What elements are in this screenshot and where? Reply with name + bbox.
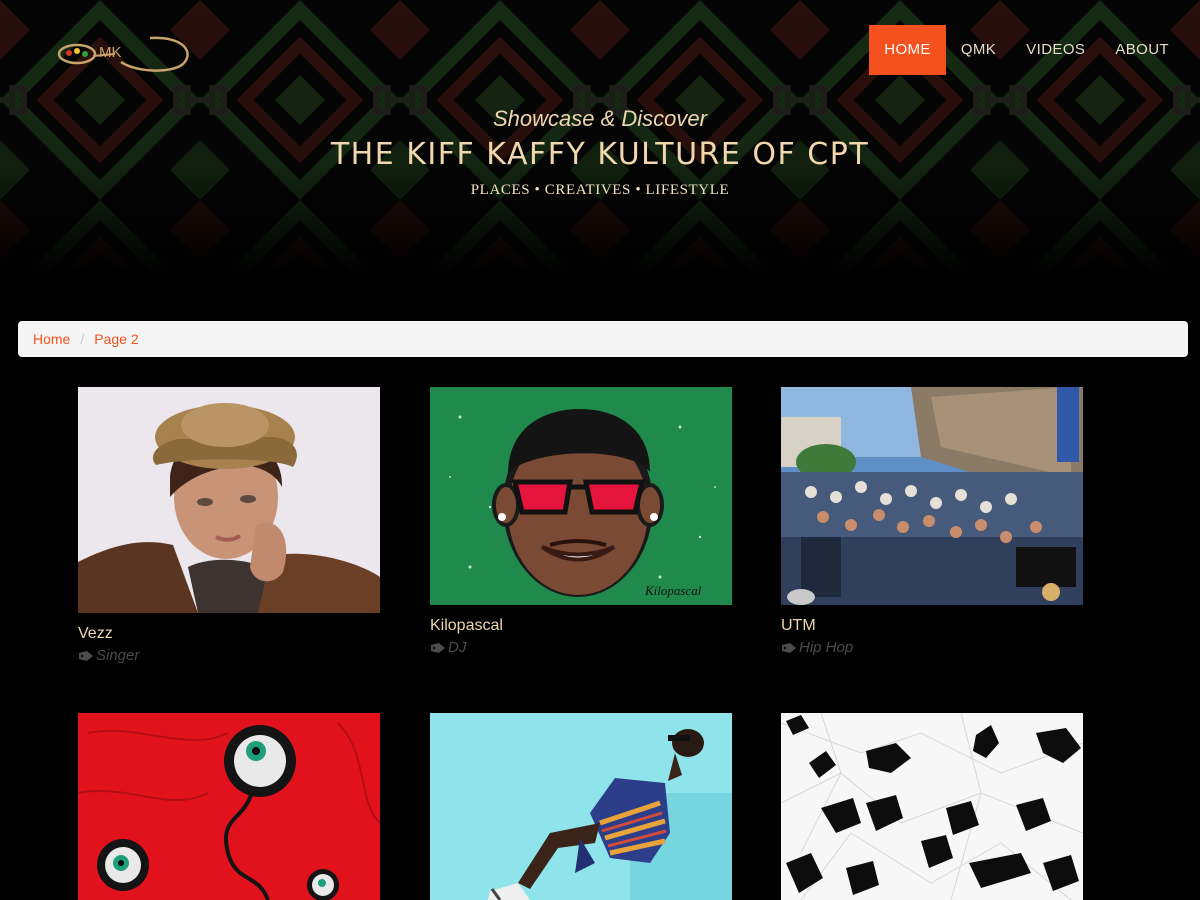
hero-title: THE KIFF KAFFY KULTURE OF CPT xyxy=(330,137,870,172)
nav-videos[interactable]: VIDEOS xyxy=(1011,25,1100,75)
svg-text:Kilopascal: Kilopascal xyxy=(644,583,702,598)
artist-card: Vezz Singer xyxy=(78,387,380,664)
tag-icon xyxy=(782,642,796,653)
artist-card xyxy=(78,713,380,900)
artist-card xyxy=(430,713,732,900)
card-title[interactable]: UTM xyxy=(781,617,1083,635)
card-image-lowpoly[interactable] xyxy=(781,713,1083,900)
hero-tagline: Showcase & Discover xyxy=(493,106,707,131)
site-header: MK HOME QMK VIDEOS ABOUT Showcase & Disc… xyxy=(0,0,1200,275)
nav-about[interactable]: ABOUT xyxy=(1100,25,1184,75)
card-image-crowd[interactable] xyxy=(781,387,1083,605)
nav-home[interactable]: HOME xyxy=(869,25,946,75)
card-tag-label[interactable]: DJ xyxy=(448,639,466,656)
breadcrumb-current[interactable]: Page 2 xyxy=(94,331,138,347)
card-image-portrait[interactable] xyxy=(78,387,380,613)
nav-qmk[interactable]: QMK xyxy=(946,25,1011,75)
main-nav: HOME QMK VIDEOS ABOUT xyxy=(869,25,1184,75)
card-image-eyeball-art[interactable] xyxy=(78,713,380,900)
artist-card: Kilopascal Kilopascal DJ xyxy=(430,387,732,656)
tag-icon xyxy=(431,642,445,653)
card-tag: Hip Hop xyxy=(781,639,1083,656)
artist-card: UTM Hip Hop xyxy=(781,387,1083,656)
card-tag: DJ xyxy=(430,639,732,656)
tag-icon xyxy=(79,650,93,661)
card-title[interactable]: Kilopascal xyxy=(430,617,732,635)
card-tag-label[interactable]: Singer xyxy=(96,647,139,664)
card-image-fashion[interactable] xyxy=(430,713,732,900)
qmk-logo[interactable]: MK xyxy=(55,32,195,74)
breadcrumb-separator: / xyxy=(80,331,85,347)
card-tag-label[interactable]: Hip Hop xyxy=(799,639,853,656)
card-image-cartoon[interactable]: Kilopascal xyxy=(430,387,732,605)
breadcrumb-home[interactable]: Home xyxy=(33,331,70,347)
svg-text:MK: MK xyxy=(99,44,122,61)
card-tag: Singer xyxy=(78,647,380,664)
breadcrumb: Home / Page 2 xyxy=(18,321,1188,357)
artist-card xyxy=(781,713,1083,900)
card-title[interactable]: Vezz xyxy=(78,625,380,643)
hero-subtitle: PLACES • CREATIVES • LIFESTYLE xyxy=(470,182,730,198)
